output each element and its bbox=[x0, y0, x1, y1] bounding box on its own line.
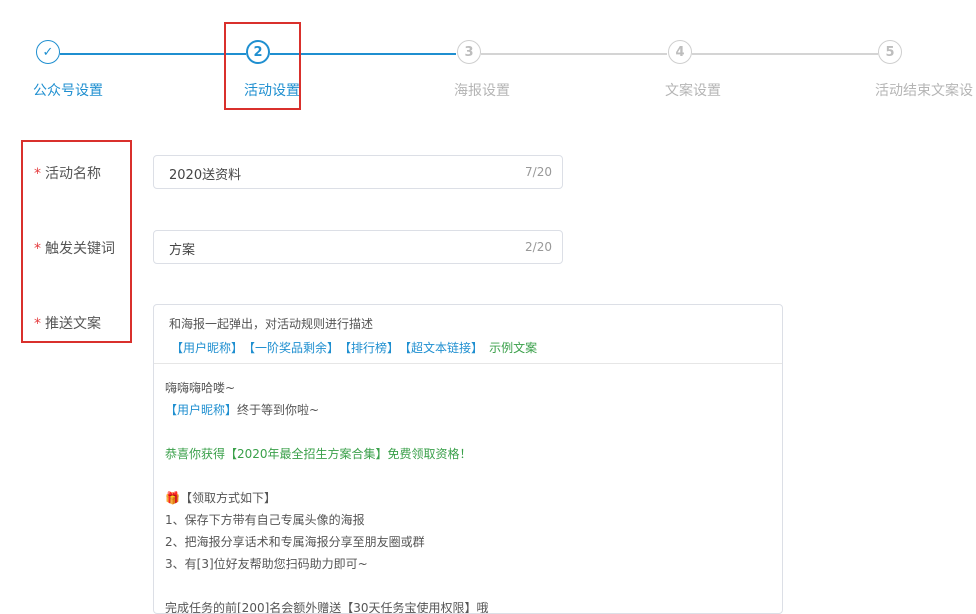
activity-name-value: 2020送资料 bbox=[169, 168, 242, 183]
content-blank-line bbox=[165, 421, 489, 443]
highlight-box-current-step bbox=[224, 22, 301, 110]
content-line: 3、有[3]位好友帮助您扫码助力即可~ bbox=[165, 557, 368, 571]
keyword-input[interactable]: 方案 2/20 bbox=[153, 230, 563, 264]
step-connector-done bbox=[60, 53, 246, 55]
push-text-content[interactable]: 嗨嗨嗨哈喽~ 【用户昵称】终于等到你啦~ 恭喜你获得【2020年最全招生方案合集… bbox=[165, 377, 489, 614]
content-line: 2、把海报分享话术和专属海报分享至朋友圈或群 bbox=[165, 535, 425, 549]
activity-name-label-text: 活动名称 bbox=[45, 166, 101, 182]
push-text-label: * 推送文案 bbox=[34, 313, 101, 333]
step-1-check-icon[interactable]: ✓ bbox=[36, 40, 60, 64]
activity-name-char-count: 7/20 bbox=[525, 165, 552, 179]
step-5-label[interactable]: 活动结束文案设 bbox=[875, 80, 973, 100]
insert-hyperlink-tag[interactable]: 【超文本链接】 bbox=[405, 341, 483, 355]
insert-nickname-tag[interactable]: 【用户昵称】 bbox=[171, 341, 243, 355]
content-line: 完成任务的前[200]名会额外赠送【30天任务宝使用权限】哦 bbox=[165, 601, 489, 614]
keyword-label-text: 触发关键词 bbox=[45, 241, 115, 257]
step-4-label[interactable]: 文案设置 bbox=[665, 80, 721, 100]
step-5-circle[interactable]: 5 bbox=[878, 40, 902, 64]
push-text-hint: 和海报一起弹出，对活动规则进行描述 bbox=[169, 317, 374, 331]
push-text-label-text: 推送文案 bbox=[45, 316, 101, 332]
content-line: 🎁【领取方式如下】 bbox=[165, 491, 276, 505]
step-connector-pending bbox=[692, 53, 878, 55]
step-3-label[interactable]: 海报设置 bbox=[454, 80, 510, 100]
nickname-placeholder: 【用户昵称】 bbox=[165, 403, 238, 417]
keyword-label: * 触发关键词 bbox=[34, 238, 115, 258]
step-1-label[interactable]: 公众号设置 bbox=[33, 80, 103, 100]
step-3-circle[interactable]: 3 bbox=[457, 40, 481, 64]
required-mark: * bbox=[34, 166, 41, 182]
insert-ranking-tag[interactable]: 【排行榜】 bbox=[345, 341, 399, 355]
required-mark: * bbox=[34, 316, 41, 332]
required-mark: * bbox=[34, 241, 41, 257]
content-line-text: 终于等到你啦~ bbox=[237, 403, 320, 417]
editor-divider bbox=[154, 363, 782, 364]
insert-prize-remaining-tag[interactable]: 【一阶奖品剩余】 bbox=[249, 341, 339, 355]
keyword-value: 方案 bbox=[169, 243, 196, 258]
step-connector-pending bbox=[481, 53, 667, 55]
content-line: 嗨嗨嗨哈喽~ bbox=[165, 381, 236, 395]
activity-name-input[interactable]: 2020送资料 7/20 bbox=[153, 155, 563, 189]
content-line: 1、保存下方带有自己专属头像的海报 bbox=[165, 513, 365, 527]
keyword-char-count: 2/20 bbox=[525, 240, 552, 254]
activity-name-label: * 活动名称 bbox=[34, 163, 101, 183]
content-line: 恭喜你获得【2020年最全招生方案合集】免费领取资格！ bbox=[165, 447, 472, 461]
content-blank-line bbox=[165, 575, 489, 597]
insert-tag-bar: 【用户昵称】 【一阶奖品剩余】 【排行榜】 【超文本链接】 示例文案 bbox=[171, 339, 543, 356]
example-text-link[interactable]: 示例文案 bbox=[489, 341, 537, 355]
content-blank-line bbox=[165, 465, 489, 487]
push-text-editor[interactable]: 和海报一起弹出，对活动规则进行描述 【用户昵称】 【一阶奖品剩余】 【排行榜】 【超文… bbox=[153, 304, 783, 614]
step-4-circle[interactable]: 4 bbox=[668, 40, 692, 64]
content-line: 【用户昵称】终于等到你啦~ bbox=[165, 399, 489, 421]
